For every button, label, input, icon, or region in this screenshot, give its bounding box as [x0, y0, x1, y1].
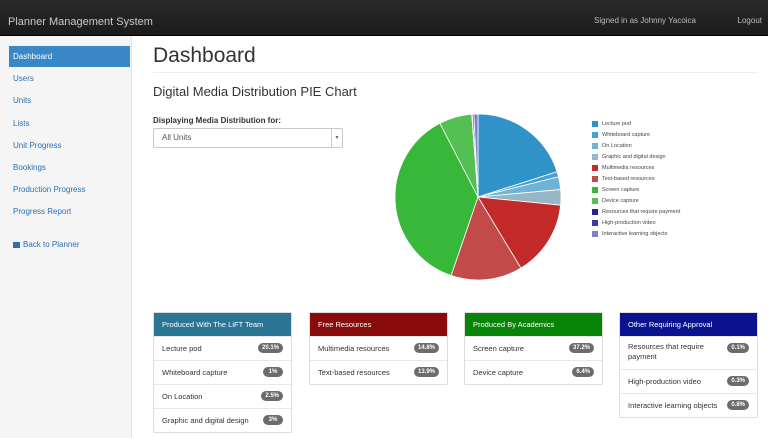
- percent-badge: 3%: [263, 415, 283, 425]
- table-icon: [13, 241, 20, 248]
- percent-badge: 0.3%: [727, 376, 749, 386]
- percent-badge: 2.5%: [261, 391, 283, 401]
- percent-badge: 20.1%: [257, 343, 283, 353]
- item-label: Text-based resources: [318, 368, 390, 377]
- legend-label: Text-based resources: [602, 176, 655, 182]
- legend-swatch: [592, 131, 598, 138]
- list-item: Graphic and digital design 3%: [154, 408, 291, 432]
- legend-swatch: [592, 120, 598, 127]
- panel-academics: Produced By Academics Screen capture 37.2…: [464, 312, 603, 385]
- sidebar-item-units[interactable]: Units: [9, 90, 130, 111]
- list-item: Lecture pod 20.1%: [154, 336, 291, 360]
- filter-label: Displaying Media Distribution for:: [153, 116, 282, 125]
- legend-item[interactable]: Resources that require payment: [592, 207, 680, 218]
- legend-swatch: [592, 219, 598, 226]
- list-item: Resources that require payment 0.1%: [620, 336, 757, 369]
- legend-item[interactable]: Whiteboard capture: [592, 130, 680, 141]
- list-item: Multimedia resources 14.8%: [310, 336, 447, 360]
- panel-free-resources: Free Resources Multimedia resources 14.8%…: [309, 312, 448, 385]
- navbar: Planner Management System Signed in as J…: [0, 0, 768, 36]
- legend-label: Resources that require payment: [602, 209, 681, 215]
- sidebar-item-dashboard[interactable]: Dashboard: [9, 46, 130, 67]
- list-item: High-production video 0.3%: [620, 369, 757, 393]
- chevron-down-icon: ▾: [331, 129, 342, 147]
- percent-badge: 0.8%: [727, 400, 749, 410]
- sidebar-item-progress-report[interactable]: Progress Report: [9, 201, 130, 222]
- percent-badge: 37.2%: [568, 343, 594, 353]
- legend-swatch: [592, 164, 598, 171]
- item-label: High-production video: [628, 377, 701, 386]
- legend-label: Lecture pod: [602, 121, 632, 127]
- list-item: Text-based resources 13.9%: [310, 360, 447, 384]
- legend-swatch: [592, 175, 598, 182]
- legend-label: High-production video: [602, 220, 656, 226]
- legend-label: Device capture: [602, 198, 639, 204]
- legend-label: Whiteboard capture: [602, 132, 650, 138]
- item-label: On Location: [162, 392, 203, 401]
- legend-item[interactable]: Multimedia resources: [592, 163, 680, 174]
- page-title: Dashboard: [153, 44, 256, 67]
- sidebar-item-unit-progress[interactable]: Unit Progress: [9, 135, 130, 156]
- sidebar-item-bookings[interactable]: Bookings: [9, 157, 130, 178]
- sidebar-item-users[interactable]: Users: [9, 68, 130, 89]
- legend-swatch: [592, 142, 598, 149]
- chart-legend: Lecture pod Whiteboard capture On Location…: [592, 119, 680, 240]
- percent-badge: 13.9%: [413, 367, 439, 377]
- list-item: Device capture 6.4%: [465, 360, 602, 384]
- legend-swatch: [592, 230, 598, 237]
- sidebar-item-lists[interactable]: Lists: [9, 113, 130, 134]
- legend-item[interactable]: High-production video: [592, 218, 680, 229]
- item-label: Graphic and digital design: [162, 416, 249, 425]
- legend-item[interactable]: Device capture: [592, 196, 680, 207]
- panel-other-approval-title: Other Requiring Approval: [620, 313, 757, 336]
- legend-item[interactable]: Text-based resources: [592, 174, 680, 185]
- back-to-planner-link[interactable]: Back to Planner: [9, 234, 130, 255]
- legend-item[interactable]: Screen capture: [592, 185, 680, 196]
- unit-filter-value: All Units: [162, 133, 192, 142]
- signed-in-text: Signed in as Johnny Yacoica: [594, 16, 696, 25]
- legend-item[interactable]: Lecture pod: [592, 119, 680, 130]
- sidebar-item-production-progress[interactable]: Production Progress: [9, 179, 130, 200]
- item-label: Lecture pod: [162, 344, 202, 353]
- panel-free-resources-title: Free Resources: [310, 313, 447, 336]
- item-label: Screen capture: [473, 344, 524, 353]
- panel-lift-team-title: Produced With The LiFT Team: [154, 313, 291, 336]
- legend-item[interactable]: On Location: [592, 141, 680, 152]
- unit-filter-select[interactable]: All Units ▾: [153, 128, 343, 148]
- brand-title[interactable]: Planner Management System: [8, 16, 153, 28]
- legend-swatch: [592, 153, 598, 160]
- item-label: Device capture: [473, 368, 524, 377]
- panel-academics-title: Produced By Academics: [465, 313, 602, 336]
- legend-label: Multimedia resources: [602, 165, 655, 171]
- legend-swatch: [592, 208, 598, 215]
- percent-badge: 14.8%: [413, 343, 439, 353]
- item-label: Interactive learning objects: [628, 401, 718, 410]
- legend-item[interactable]: Interactive learning objects: [592, 229, 680, 240]
- back-to-planner-label: Back to Planner: [23, 240, 80, 249]
- item-label: Multimedia resources: [318, 344, 390, 353]
- chart-heading: Digital Media Distribution PIE Chart: [153, 84, 357, 99]
- list-item: Interactive learning objects 0.8%: [620, 393, 757, 417]
- title-divider: [153, 72, 758, 73]
- legend-label: Graphic and digital design: [602, 154, 666, 160]
- percent-badge: 0.1%: [727, 343, 749, 353]
- logout-link[interactable]: Logout: [738, 16, 762, 25]
- item-label: Whiteboard capture: [162, 368, 228, 377]
- list-item: Whiteboard capture 1%: [154, 360, 291, 384]
- legend-swatch: [592, 197, 598, 204]
- item-label: Resources that require payment: [628, 342, 704, 361]
- pie-chart: [394, 113, 562, 281]
- list-item: On Location 2.5%: [154, 384, 291, 408]
- panel-other-approval: Other Requiring Approval Resources that …: [619, 312, 758, 418]
- legend-label: Interactive learning objects: [602, 231, 668, 237]
- percent-badge: 1%: [263, 367, 283, 377]
- sidebar: Dashboard Users Units Lists Unit Progres…: [0, 36, 132, 438]
- percent-badge: 6.4%: [572, 367, 594, 377]
- legend-item[interactable]: Graphic and digital design: [592, 152, 680, 163]
- legend-swatch: [592, 186, 598, 193]
- legend-label: On Location: [602, 143, 632, 149]
- legend-label: Screen capture: [602, 187, 640, 193]
- panel-lift-team: Produced With The LiFT Team Lecture pod 2…: [153, 312, 292, 433]
- list-item: Screen capture 37.2%: [465, 336, 602, 360]
